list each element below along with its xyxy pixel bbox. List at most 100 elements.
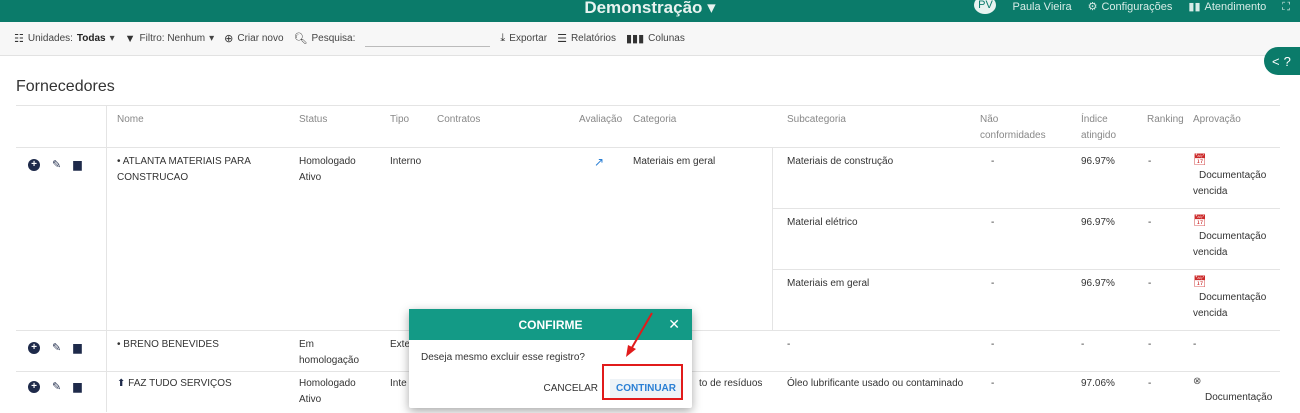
add-icon[interactable]: +	[28, 380, 40, 393]
subcategory: Materiais de construção	[787, 156, 894, 167]
search-label: Pesquisa:	[311, 33, 356, 44]
index-value: -	[1081, 339, 1085, 350]
index-value: 96.97%	[1081, 217, 1115, 228]
subcategory-row: Material elétrico - 96.97% - 📅︎ Documenta…	[772, 209, 1280, 270]
table-row[interactable]: + ✎ ▆ • ATLANTA MATERIAIS PARA CONSTRUCAO…	[16, 148, 1280, 331]
nc-value: -	[991, 156, 995, 167]
edit-icon[interactable]: ✎	[52, 341, 61, 354]
external-link-icon[interactable]: ↗	[594, 154, 604, 170]
nc-value: -	[991, 278, 995, 289]
approval-line2: vencida	[1193, 308, 1228, 319]
gear-icon: ⚙	[1087, 1, 1098, 13]
supplier-name-label: FAZ TUDO SERVIÇOS	[128, 378, 232, 389]
approval: 📅︎ Documentação vencida	[1193, 213, 1266, 261]
index-value: 96.97%	[1081, 156, 1115, 167]
delete-icon[interactable]: ▆	[73, 341, 81, 354]
supplier-name[interactable]: • BRENO BENEVIDES	[117, 337, 219, 353]
approval: -	[1193, 339, 1197, 350]
delete-icon[interactable]: ▆	[73, 380, 81, 393]
col-categoria[interactable]: Categoria	[633, 112, 676, 128]
index-value: 96.97%	[1081, 278, 1115, 289]
supplier-type: Interno	[390, 156, 422, 167]
supplier-status: Homologado Ativo	[299, 154, 356, 186]
user-name[interactable]: Paula Vieira	[1012, 0, 1071, 14]
add-icon[interactable]: +	[28, 341, 40, 354]
filter-selector[interactable]: ▼ Filtro: Nenhum ▾	[125, 33, 215, 45]
create-new-button[interactable]: ⊕ Criar novo	[224, 32, 283, 45]
approval-line1: Documentação	[1199, 292, 1267, 303]
status-line1: Homologado	[299, 378, 356, 389]
approval: 📅︎ Documentação vencida	[1193, 274, 1266, 322]
supplier-name[interactable]: • ATLANTA MATERIAIS PARA CONSTRUCAO	[117, 154, 251, 186]
approval-line1: Documentação	[1199, 231, 1267, 242]
avatar[interactable]: PV	[974, 0, 997, 14]
search-input[interactable]	[365, 31, 491, 47]
units-selector[interactable]: ☷ Unidades: Todas ▾	[14, 32, 115, 45]
fullscreen-icon[interactable]: ⛶	[1282, 0, 1290, 14]
export-button[interactable]: ⤓ Exportar	[500, 32, 547, 45]
status-line1: Homologado	[299, 156, 356, 167]
approval-line1: Documentação	[1199, 170, 1267, 181]
highlight-box	[602, 364, 683, 400]
index-value: 97.06%	[1081, 378, 1115, 389]
col-nao-conf-line1: Não	[980, 114, 999, 125]
units-value: Todas	[76, 33, 106, 44]
toolbar: ☷ Unidades: Todas ▾ ▼ Filtro: Nenhum ▾ ⊕…	[0, 22, 1300, 56]
col-aprovacao[interactable]: Aprovação	[1193, 112, 1241, 128]
col-indice-line1: Índice	[1081, 114, 1108, 125]
approval: ⊗ Documentação	[1193, 374, 1272, 406]
col-nome[interactable]: Nome	[117, 112, 144, 128]
settings-link[interactable]: ⚙ Configurações	[1088, 0, 1173, 14]
top-bar: Demonstração ▾ PV Paula Vieira ⚙ Configur…	[0, 0, 1300, 22]
reports-label: Relatórios	[570, 33, 616, 44]
support-link[interactable]: ▮▮ Atendimento	[1188, 0, 1266, 14]
reports-button[interactable]: ☰ Relatórios	[557, 32, 616, 45]
support-label: Atendimento	[1204, 1, 1267, 13]
caret-down-icon: ▾	[109, 33, 115, 44]
subcategory: Óleo lubrificante usado ou contaminado	[787, 378, 964, 389]
status-line2: Ativo	[299, 394, 322, 405]
col-status[interactable]: Status	[299, 112, 327, 128]
arrow-circle-up-icon: ⬆	[117, 378, 126, 389]
ranking-value: -	[1148, 217, 1152, 228]
calendar-x-icon: 📅︎	[1193, 154, 1207, 166]
export-label: Exportar	[509, 33, 548, 44]
units-label: Unidades:	[27, 33, 73, 44]
edit-icon[interactable]: ✎	[52, 380, 61, 393]
supplier-name[interactable]: ⬆ FAZ TUDO SERVIÇOS	[117, 376, 232, 392]
col-nao-conformidades[interactable]: Não conformidades	[980, 112, 1046, 144]
col-avaliacao[interactable]: Avaliação	[579, 112, 622, 128]
approval-line2: vencida	[1193, 247, 1228, 258]
ranking-value: -	[1148, 378, 1152, 389]
add-icon[interactable]: +	[28, 158, 40, 171]
col-tipo[interactable]: Tipo	[390, 112, 409, 128]
nc-value: -	[991, 217, 995, 228]
supplier-category: Materiais em geral	[633, 156, 716, 167]
search-label-group: 🔍︎ Pesquisa:	[294, 32, 356, 45]
row-actions: + ✎ ▆	[28, 380, 82, 393]
top-bar-right: PV Paula Vieira ⚙ Configurações ▮▮ Atendim…	[974, 0, 1290, 14]
approval: 📅︎ Documentação vencida	[1193, 152, 1266, 200]
supplier-name-line2: CONSTRUCAO	[117, 172, 189, 183]
col-subcategoria[interactable]: Subcategoria	[787, 112, 846, 128]
search-icon: 🔍︎	[293, 33, 308, 45]
col-contratos[interactable]: Contratos	[437, 112, 480, 128]
cancel-button[interactable]: CANCELAR	[540, 379, 602, 398]
subcategory: -	[787, 339, 791, 350]
settings-label: Configurações	[1101, 1, 1173, 13]
col-nao-conf-line2: conformidades	[980, 130, 1046, 141]
status-line2: Ativo	[299, 172, 322, 183]
close-icon[interactable]: ✕	[668, 316, 680, 333]
col-indice[interactable]: Índice atingido	[1081, 112, 1116, 144]
col-ranking[interactable]: Ranking	[1147, 112, 1184, 128]
chevron-left-icon: <	[1272, 53, 1280, 69]
columns-button[interactable]: ▮▮▮ Colunas	[626, 32, 685, 45]
row-actions: + ✎ ▆	[28, 341, 82, 354]
delete-icon[interactable]: ▆	[73, 158, 81, 171]
caret-down-icon: ▾	[209, 33, 215, 44]
nc-value: -	[991, 339, 995, 350]
help-tab[interactable]: < ?	[1264, 47, 1300, 75]
approval-line2: vencida	[1193, 186, 1228, 197]
edit-icon[interactable]: ✎	[52, 158, 61, 171]
supplier-status: Homologado Ativo	[299, 376, 356, 408]
